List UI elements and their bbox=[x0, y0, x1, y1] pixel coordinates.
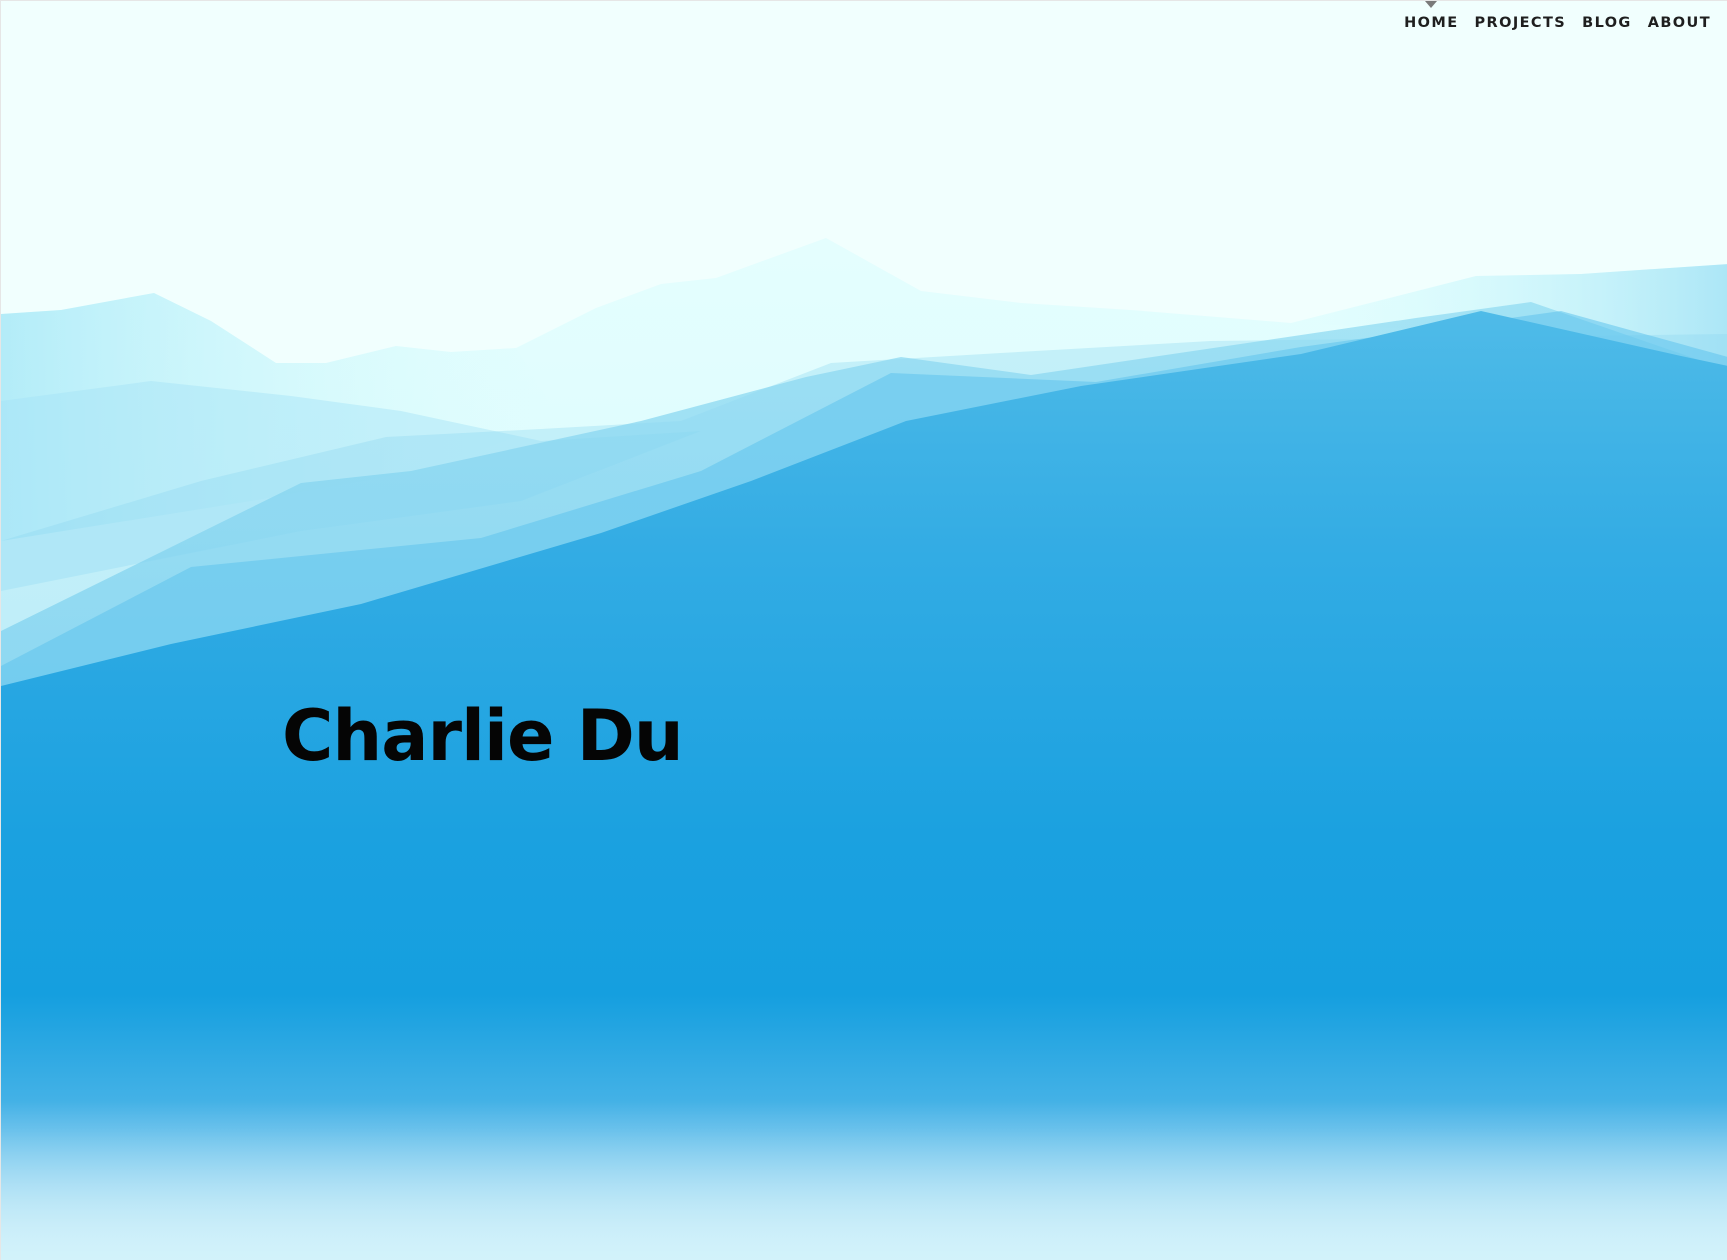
nav-blog-label: BLOG bbox=[1582, 15, 1632, 31]
nav-home-link[interactable]: HOME bbox=[1396, 1, 1466, 31]
nav-projects-label: PROJECTS bbox=[1474, 15, 1567, 31]
nav-blog-link[interactable]: BLOG bbox=[1574, 15, 1640, 31]
main-nav: HOME PROJECTS BLOG ABOUT bbox=[1396, 1, 1719, 31]
mountain-landscape-background bbox=[1, 1, 1727, 1260]
nav-home-label: HOME bbox=[1404, 15, 1459, 31]
nav-about-link[interactable]: ABOUT bbox=[1640, 15, 1719, 31]
nav-about-label: ABOUT bbox=[1647, 15, 1711, 31]
hero-name-heading: Charlie Du bbox=[282, 695, 684, 777]
nav-projects-link[interactable]: PROJECTS bbox=[1467, 15, 1575, 31]
page: HOME PROJECTS BLOG ABOUT Charlie Du bbox=[0, 0, 1727, 1260]
active-indicator-icon bbox=[1425, 1, 1438, 8]
